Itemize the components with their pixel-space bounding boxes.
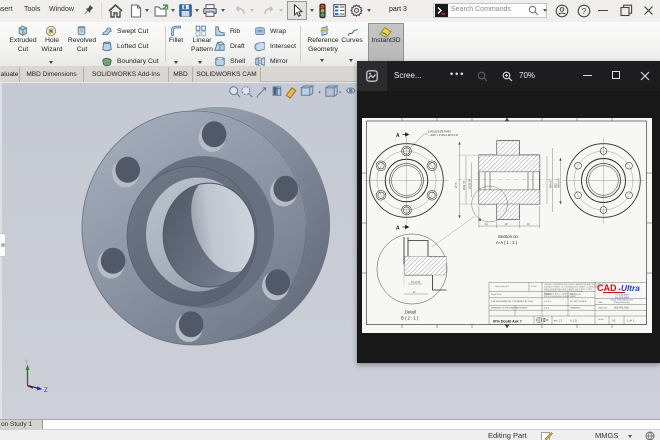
svg-text:Deon Lifer Srl: Deon Lifer Srl xyxy=(495,285,509,288)
svg-text:A2: A2 xyxy=(612,319,616,323)
svg-text:REVISION: REVISION xyxy=(570,294,581,296)
svg-text:13 +0.10: 13 +0.10 xyxy=(411,282,421,284)
svg-text:17.06: 17.06 xyxy=(531,286,537,288)
svg-text:DRAWING: DRAWING xyxy=(570,307,581,310)
svg-text:DRAWING IS PROPRIETARY: DRAWING IS PROPRIETARY xyxy=(491,307,521,310)
svg-text:DEBUR: DEBUR xyxy=(544,294,552,296)
svg-text:DWG No:: DWG No: xyxy=(598,308,608,310)
svg-text:0.5-3: 0.5-3 xyxy=(544,308,550,310)
svg-text:55.93 H8: 55.93 H8 xyxy=(469,179,472,189)
svg-text:6 HOLES Ø9 THRU: 6 HOLES Ø9 THRU xyxy=(428,130,451,134)
svg-text:CAD: CAD xyxy=(597,283,617,293)
svg-text:1 of 1: 1 of 1 xyxy=(627,319,635,323)
svg-text:Dsgn Firm: Dsgn Firm xyxy=(491,293,501,296)
svg-text:20: 20 xyxy=(505,223,508,226)
svg-text:Z: Z xyxy=(44,388,48,393)
svg-text:Ø 75: Ø 75 xyxy=(454,182,458,188)
svg-text:FINISH: FINISH xyxy=(520,308,528,310)
svg-text:A: A xyxy=(396,226,400,232)
svg-text:Flange Housing: Flange Housing xyxy=(614,302,630,304)
svg-text:B ( 2 : 1 ): B ( 2 : 1 ) xyxy=(401,316,419,321)
svg-text:wt: 1.3: wt: 1.3 xyxy=(554,319,563,323)
svg-text:A-A ( 1 : 1 ): A-A ( 1 : 1 ) xyxy=(496,240,518,245)
svg-text:Email: info@cadultra.com: Email: info@cadultra.com xyxy=(611,298,633,301)
svg-text:⌵ Ø15 ⋁ 9 ON A 90 P.C.D: ⌵ Ø15 ⋁ 9 ON A 90 P.C.D xyxy=(428,133,458,137)
svg-text:Ø 62 H7: Ø 62 H7 xyxy=(463,180,466,190)
svg-text:Title:: Title: xyxy=(598,301,603,304)
svg-text:DO NOT SCALE: DO NOT SCALE xyxy=(570,300,587,303)
svg-text:Ø45 H7: Ø45 H7 xyxy=(550,179,553,188)
svg-text:Ø'in Doubt Ask ?: Ø'in Doubt Ask ? xyxy=(493,320,522,324)
svg-text:Section on: Section on xyxy=(498,234,518,239)
svg-text:A: A xyxy=(396,133,400,139)
svg-text:10: 10 xyxy=(527,223,530,226)
svg-text:Ultra: Ultra xyxy=(621,283,640,293)
svg-text:Scale: Scale xyxy=(598,319,604,321)
svg-text:17: 17 xyxy=(413,292,416,294)
svg-text:?: ? xyxy=(582,6,587,16)
svg-text:B: B xyxy=(479,218,482,222)
svg-text:THE INFORMATION CONTAINED IN T: THE INFORMATION CONTAINED IN THIS xyxy=(491,300,533,303)
svg-text:0.1-0.5: 0.1-0.5 xyxy=(544,301,552,303)
svg-text:Detail: Detail xyxy=(405,310,416,315)
svg-text:A.J.D: A.J.D xyxy=(570,319,577,323)
svg-text:000-001-018: 000-001-018 xyxy=(614,306,629,310)
svg-text:Y: Y xyxy=(25,360,29,366)
svg-text:Ø45 (H7): Ø45 (H7) xyxy=(558,178,561,188)
svg-text:10: 10 xyxy=(485,223,488,226)
